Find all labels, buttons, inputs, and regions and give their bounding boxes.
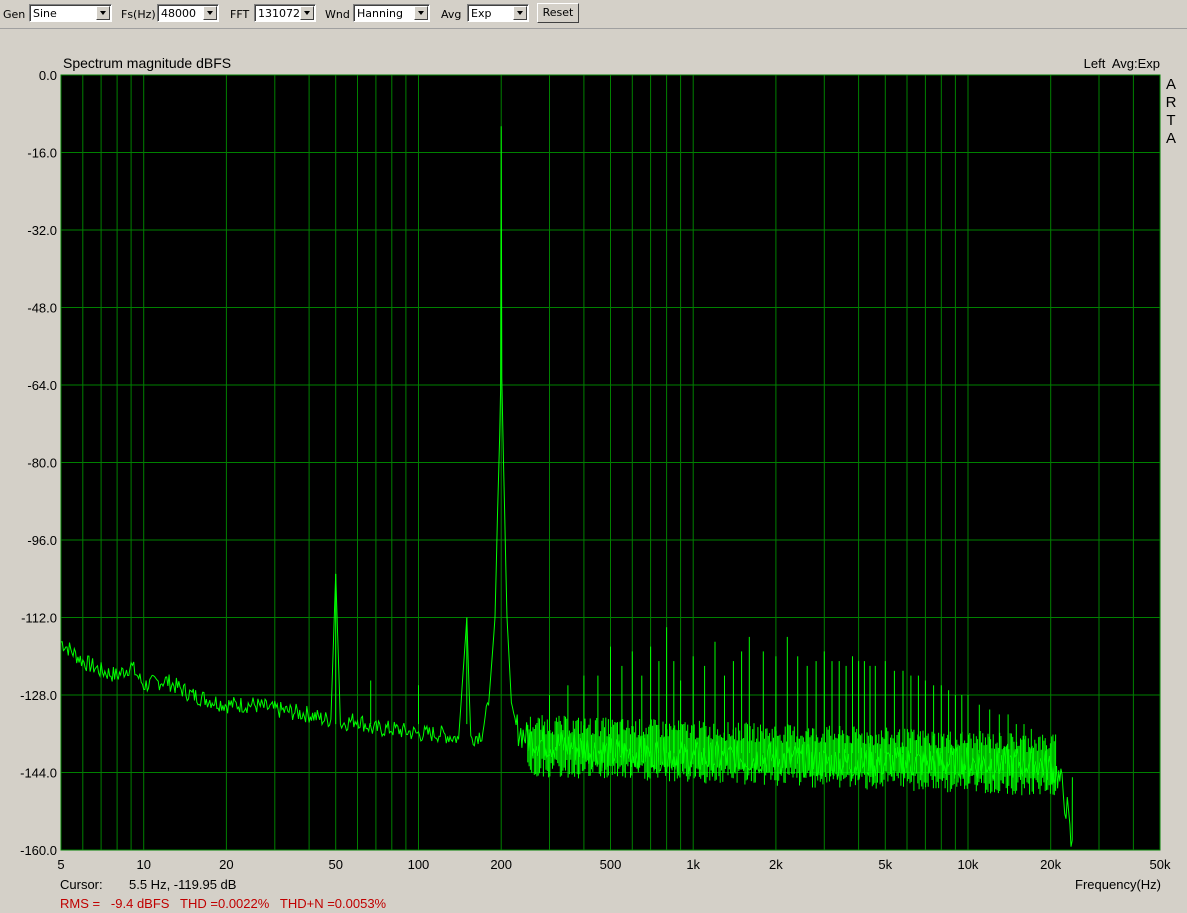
chart-title: Spectrum magnitude dBFS	[63, 55, 232, 71]
logo-letter: R	[1165, 94, 1177, 111]
x-tick-label: 200	[490, 857, 512, 872]
logo-letter: A	[1165, 130, 1176, 147]
cursor-readout: 5.5 Hz, -119.95 dB	[129, 877, 237, 892]
y-tick-label: -112.0	[21, 611, 57, 626]
y-tick-label: -144.0	[20, 766, 57, 781]
y-tick-label: -64.0	[27, 378, 57, 393]
x-tick-label: 5	[57, 857, 64, 872]
logo-letter: T	[1166, 112, 1176, 129]
x-tick-label: 500	[600, 857, 622, 872]
x-tick-label: 1k	[686, 857, 700, 872]
y-tick-label: -128.0	[20, 688, 57, 703]
x-tick-label: 10k	[957, 857, 978, 872]
y-tick-label: -160.0	[20, 843, 57, 858]
x-tick-label: 50	[329, 857, 343, 872]
y-tick-label: -96.0	[27, 533, 57, 548]
y-tick-label: -16.0	[27, 146, 57, 161]
y-tick-label: -48.0	[27, 301, 57, 316]
x-tick-label: 20	[219, 857, 233, 872]
x-tick-label: 50k	[1150, 857, 1171, 872]
arta-logo: A R T A	[1164, 76, 1178, 148]
spectrum-chart[interactable]: 0.0 -16.0 -32.0 -48.0 -64.0 -80.0 -96.0 -112.0 -…	[0, 0, 1187, 913]
measurement-readout: RMS = -9.4 dBFS THD =0.0022% THD+N =0.00…	[60, 896, 387, 911]
x-axis-label: Frequency(Hz)	[1075, 877, 1161, 892]
x-tick-label: 20k	[1040, 857, 1061, 872]
x-tick-label: 2k	[769, 857, 783, 872]
x-tick-label: 5k	[878, 857, 892, 872]
x-tick-label: 100	[408, 857, 430, 872]
x-tick-label: 10	[136, 857, 150, 872]
logo-letter: A	[1165, 76, 1176, 93]
y-tick-label: 0.0	[39, 68, 57, 83]
cursor-label: Cursor:	[60, 877, 103, 892]
channel-avg-status: Left Avg:Exp	[1083, 56, 1160, 71]
y-tick-label: -80.0	[27, 456, 57, 471]
x-axis-ticks: 5 10 20 50 100 200 500 1k 2k 5k 10k 20k 50k	[57, 857, 1171, 872]
y-tick-label: -32.0	[27, 223, 57, 238]
y-axis-ticks: 0.0 -16.0 -32.0 -48.0 -64.0 -80.0 -96.0 -112.0 -…	[20, 68, 57, 858]
